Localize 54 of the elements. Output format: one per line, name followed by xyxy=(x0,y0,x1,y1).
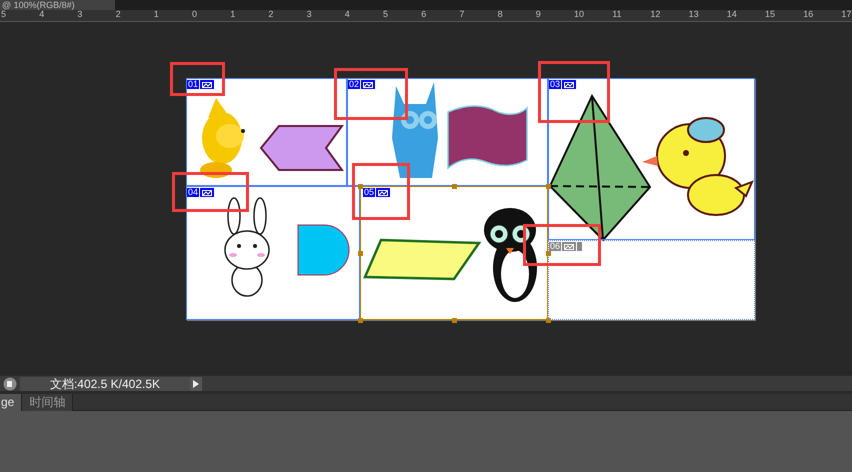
ruler-label: 2 xyxy=(116,10,121,19)
ruler-label: 9 xyxy=(536,10,541,19)
panel-tab[interactable]: ge xyxy=(0,394,22,411)
ruler-label: 0 xyxy=(192,10,198,19)
ruler-label: 1 xyxy=(230,10,236,19)
ruler-label: 4 xyxy=(39,10,44,19)
image-icon xyxy=(562,242,576,251)
status-arrow-button[interactable] xyxy=(190,376,202,390)
resize-handle[interactable] xyxy=(452,184,457,189)
ruler-label: 3 xyxy=(306,10,312,19)
ruler-label: 2 xyxy=(268,10,274,19)
ruler-label: 14 xyxy=(726,10,737,19)
status-menu-icon[interactable] xyxy=(3,376,17,390)
slice-outline[interactable] xyxy=(347,78,548,186)
slice-number: 03 xyxy=(549,80,562,89)
resize-handle[interactable] xyxy=(358,318,363,323)
image-icon xyxy=(200,188,214,197)
ruler-label: 11 xyxy=(612,10,622,19)
resize-handle[interactable] xyxy=(452,318,457,323)
resize-handle[interactable] xyxy=(546,184,551,189)
d-shape xyxy=(298,224,350,276)
ruler-label: 3 xyxy=(77,10,82,19)
ruler-label: 1 xyxy=(154,10,159,19)
slice-number: 02 xyxy=(348,80,360,89)
slice-number: 06 xyxy=(549,242,562,251)
image-icon xyxy=(376,188,390,197)
ruler-label: 10 xyxy=(574,10,584,19)
ruler-label: 16 xyxy=(803,10,814,19)
ruler-label: 17 xyxy=(841,10,852,19)
ruler-label: 5 xyxy=(383,10,388,19)
slice-number: 01 xyxy=(187,80,200,89)
ruler-label: 4 xyxy=(344,10,350,19)
resize-handle[interactable] xyxy=(546,318,551,323)
resize-handle[interactable] xyxy=(358,184,363,189)
ruler-label: 5 xyxy=(1,10,6,19)
resize-handle[interactable] xyxy=(358,251,363,256)
slice-number: 05 xyxy=(363,188,376,197)
ruler-label: 8 xyxy=(498,10,503,19)
slice-outline[interactable] xyxy=(186,78,347,186)
ruler-label: 7 xyxy=(459,10,464,19)
ruler-label: 12 xyxy=(650,10,660,19)
document-size-text: 文档:402.5 K/402.5K xyxy=(50,376,160,390)
slice-outline[interactable] xyxy=(548,78,755,240)
resize-handle[interactable] xyxy=(546,251,551,256)
link-icon xyxy=(577,242,582,251)
ruler-label: 13 xyxy=(688,10,699,19)
panel-tab[interactable]: 时间轴 xyxy=(22,394,74,411)
document-tab[interactable]: @ 100%(RGB/8#) xyxy=(0,0,115,10)
slice-number: 04 xyxy=(187,188,200,197)
ruler-label: 15 xyxy=(765,10,776,19)
ruler-label: 6 xyxy=(421,10,426,19)
slice-outline[interactable] xyxy=(360,186,548,320)
play-icon xyxy=(193,380,199,388)
slice-outline[interactable] xyxy=(186,186,360,320)
